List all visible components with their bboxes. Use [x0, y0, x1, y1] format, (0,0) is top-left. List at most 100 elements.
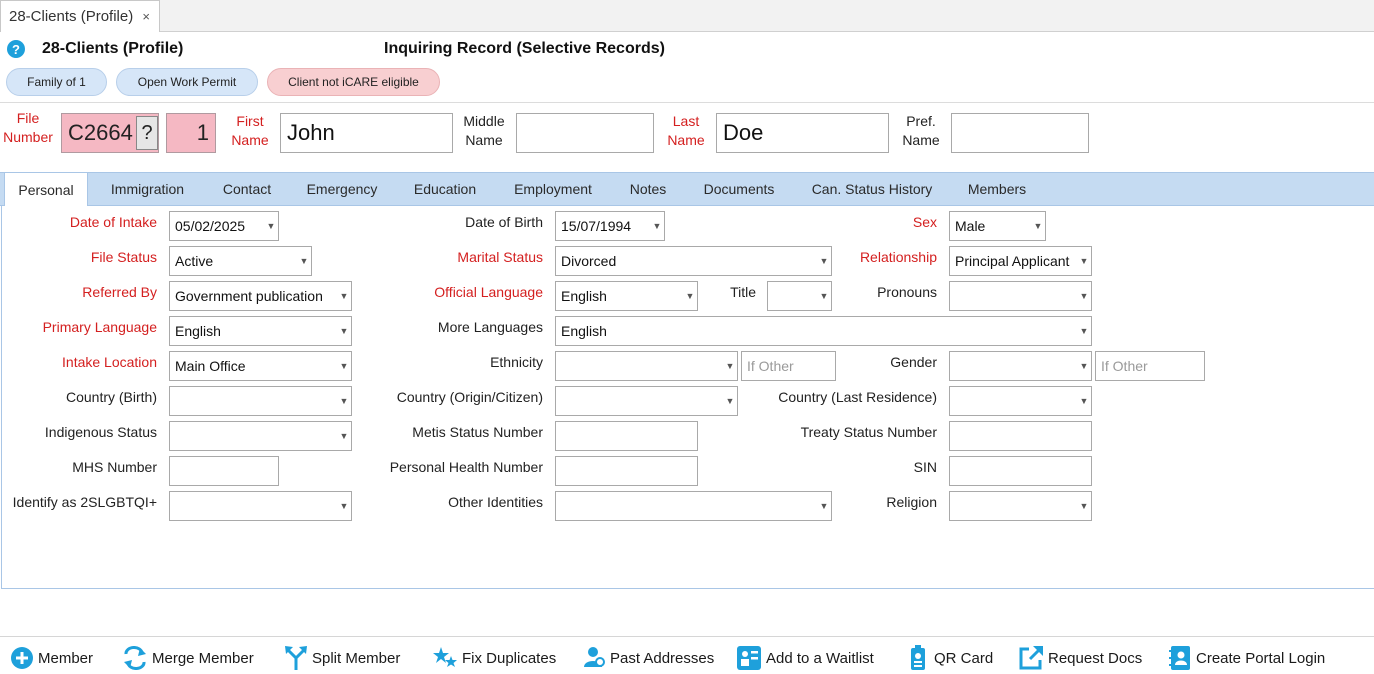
mhs-number-input[interactable] [169, 456, 279, 486]
member-number-field[interactable]: 1 [166, 113, 216, 153]
past-addresses-button[interactable]: Past Addresses [582, 644, 714, 672]
dropdown-arrow-icon[interactable]: ▼ [723, 352, 737, 380]
religion-label: Religion [886, 494, 937, 510]
dropdown-arrow-icon[interactable]: ▼ [1077, 247, 1091, 275]
dropdown-arrow-icon[interactable]: ▼ [297, 247, 311, 275]
more-languages-select[interactable]: English ▼ [555, 316, 1092, 346]
tab-contact[interactable]: Contact [212, 172, 282, 206]
dropdown-arrow-icon[interactable]: ▼ [1077, 387, 1091, 415]
sex-select[interactable]: Male ▼ [949, 211, 1046, 241]
tab-members[interactable]: Members [958, 172, 1036, 206]
dropdown-arrow-icon[interactable]: ▼ [337, 352, 351, 380]
header-divider [0, 102, 1374, 103]
indigenous-status-select[interactable]: ▼ [169, 421, 352, 451]
official-language-select[interactable]: English ▼ [555, 281, 698, 311]
intake-location-select[interactable]: Main Office ▼ [169, 351, 352, 381]
pronouns-select[interactable]: ▼ [949, 281, 1092, 311]
document-tab-label: 28-Clients (Profile) [9, 8, 134, 25]
dropdown-arrow-icon[interactable]: ▼ [1031, 212, 1045, 240]
tab-immigration[interactable]: Immigration [100, 172, 195, 206]
dropdown-arrow-icon[interactable]: ▼ [337, 282, 351, 310]
work-permit-badge[interactable]: Open Work Permit [116, 68, 258, 96]
tab-documents[interactable]: Documents [694, 172, 784, 206]
identify-2slgbtqi-select[interactable]: ▼ [169, 491, 352, 521]
ethnicity-select[interactable]: ▼ [555, 351, 738, 381]
tab-emergency[interactable]: Emergency [298, 172, 386, 206]
gender-other-input[interactable]: If Other [1095, 351, 1205, 381]
record-mode-title: Inquiring Record (Selective Records) [384, 40, 665, 57]
dropdown-arrow-icon[interactable]: ▼ [650, 212, 664, 240]
religion-select[interactable]: ▼ [949, 491, 1092, 521]
add-member-button[interactable]: Member [10, 644, 93, 672]
sin-input[interactable] [949, 456, 1092, 486]
date-of-birth-field[interactable]: 15/07/1994 ▼ [555, 211, 665, 241]
country-birth-select[interactable]: ▼ [169, 386, 352, 416]
pref-name-input[interactable] [951, 113, 1089, 153]
fix-duplicates-label: Fix Duplicates [462, 649, 557, 667]
tab-notes[interactable]: Notes [620, 172, 676, 206]
close-tab-icon[interactable]: × [142, 9, 150, 24]
relationship-select[interactable]: Principal Applicant ▼ [949, 246, 1092, 276]
tab-employment[interactable]: Employment [504, 172, 602, 206]
tab-can-status-history[interactable]: Can. Status History [802, 172, 942, 206]
toolbar-divider [0, 636, 1374, 637]
indigenous-status-label: Indigenous Status [44, 424, 157, 440]
family-badge[interactable]: Family of 1 [6, 68, 107, 96]
file-status-select[interactable]: Active ▼ [169, 246, 312, 276]
gender-select[interactable]: ▼ [949, 351, 1092, 381]
dropdown-arrow-icon[interactable]: ▼ [683, 282, 697, 310]
personal-health-number-label: Personal Health Number [389, 459, 543, 475]
last-name-input[interactable]: Doe [716, 113, 889, 153]
dropdown-arrow-icon[interactable]: ▼ [1077, 282, 1091, 310]
dropdown-arrow-icon[interactable]: ▼ [337, 387, 351, 415]
identify-2slgbtqi-label: Identify as 2SLGBTQI+ [12, 494, 157, 510]
tab-personal[interactable]: Personal [4, 172, 88, 207]
primary-language-select[interactable]: English ▼ [169, 316, 352, 346]
id-badge-icon [911, 645, 925, 670]
intake-location-label: Intake Location [62, 354, 157, 370]
last-name-label: Last Name [667, 113, 705, 148]
dropdown-arrow-icon[interactable]: ▼ [264, 212, 278, 240]
referred-by-select[interactable]: Government publication ▼ [169, 281, 352, 311]
dropdown-arrow-icon[interactable]: ▼ [337, 492, 351, 520]
country-origin-select[interactable]: ▼ [555, 386, 738, 416]
split-member-label: Split Member [312, 649, 401, 667]
dropdown-arrow-icon[interactable]: ▼ [1077, 492, 1091, 520]
request-docs-label: Request Docs [1048, 649, 1143, 667]
icare-eligibility-badge[interactable]: Client not iCARE eligible [267, 68, 440, 96]
tab-education[interactable]: Education [404, 172, 486, 206]
gender-label: Gender [890, 354, 937, 370]
document-tab[interactable]: 28-Clients (Profile) × [0, 0, 160, 32]
referred-by-label: Referred By [82, 284, 157, 300]
date-of-birth-label: Date of Birth [465, 214, 543, 230]
help-icon[interactable]: ? [7, 40, 25, 58]
treaty-status-number-input[interactable] [949, 421, 1092, 451]
create-portal-login-button[interactable]: Create Portal Login [1168, 644, 1325, 672]
split-member-button[interactable]: Split Member [284, 644, 400, 672]
personal-health-number-input[interactable] [555, 456, 698, 486]
pref-name-label: Pref. Name [902, 113, 940, 148]
person-location-icon [584, 647, 605, 667]
first-name-input[interactable]: John [280, 113, 453, 153]
country-last-residence-select[interactable]: ▼ [949, 386, 1092, 416]
middle-name-input[interactable] [516, 113, 654, 153]
fix-duplicates-button[interactable]: Fix Duplicates [432, 644, 556, 672]
external-link-icon [1019, 646, 1043, 670]
pronouns-label: Pronouns [877, 284, 937, 300]
add-to-waitlist-button[interactable]: Add to a Waitlist [736, 644, 874, 672]
dropdown-arrow-icon[interactable]: ▼ [337, 422, 351, 450]
metis-status-number-input[interactable] [555, 421, 698, 451]
qr-card-button[interactable]: QR Card [906, 644, 993, 672]
file-number-label: File Number [3, 110, 53, 145]
dropdown-arrow-icon[interactable]: ▼ [723, 387, 737, 415]
dropdown-arrow-icon[interactable]: ▼ [1077, 317, 1091, 345]
dropdown-arrow-icon[interactable]: ▼ [1077, 352, 1091, 380]
other-identities-label: Other Identities [448, 494, 543, 510]
merge-member-button[interactable]: Merge Member [122, 644, 254, 672]
mhs-number-label: MHS Number [72, 459, 157, 475]
date-of-intake-label: Date of Intake [69, 214, 157, 230]
file-lookup-button[interactable]: ? [136, 116, 158, 150]
date-of-intake-field[interactable]: 05/02/2025 ▼ [169, 211, 279, 241]
dropdown-arrow-icon[interactable]: ▼ [337, 317, 351, 345]
request-docs-button[interactable]: Request Docs [1018, 644, 1142, 672]
